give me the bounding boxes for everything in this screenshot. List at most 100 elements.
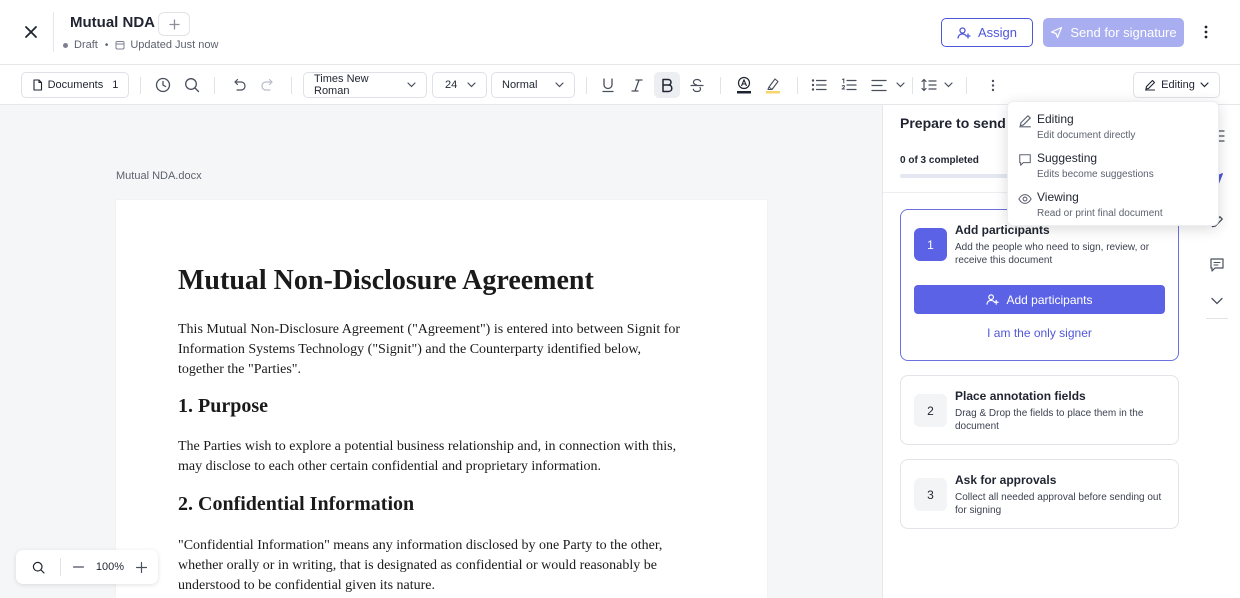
toolbar-divider — [214, 77, 215, 94]
section-heading-purpose[interactable]: 1. Purpose — [178, 395, 268, 418]
redo-icon — [261, 78, 273, 91]
status-badge: Draft — [74, 39, 98, 51]
pencil-icon — [1019, 115, 1031, 128]
only-signer-link[interactable]: I am the only signer — [914, 326, 1165, 340]
mode-label: Editing — [1161, 79, 1195, 91]
chevron-down-icon — [1200, 82, 1209, 88]
toolbar-divider — [966, 77, 967, 94]
line-spacing-icon — [921, 78, 937, 92]
font-family-select[interactable]: Times New Roman — [303, 72, 427, 98]
redo-button[interactable] — [257, 72, 279, 98]
zoom-in-button[interactable] — [125, 561, 157, 573]
rail-comments-button[interactable] — [1206, 254, 1228, 276]
mode-option-description: Read or print final document — [1037, 208, 1163, 219]
progress-text: 0 of 3 completed — [900, 155, 979, 166]
document-title[interactable]: Mutual NDA — [70, 14, 155, 31]
panel-title: Prepare to send — [900, 115, 1006, 131]
updated-timestamp: Updated Just now — [130, 39, 219, 51]
step-add-participants: 1 Add participants Add the people who ne… — [900, 209, 1179, 361]
numbered-list-icon — [841, 77, 857, 90]
strikethrough-button[interactable] — [686, 72, 708, 98]
zoom-out-button[interactable] — [61, 566, 95, 568]
add-participants-label: Add participants — [1006, 292, 1093, 307]
search-icon — [185, 78, 200, 93]
documents-label: Documents — [47, 79, 104, 91]
toolbar-divider — [140, 77, 141, 94]
mode-option-suggesting[interactable]: Suggesting Edits become suggestions — [1018, 151, 1213, 183]
more-options-button[interactable] — [1198, 22, 1214, 42]
italic-button[interactable] — [626, 72, 648, 98]
step-title: Ask for approvals — [955, 473, 1057, 487]
zoom-level: 100% — [95, 561, 125, 573]
find-button[interactable] — [181, 72, 203, 98]
zoom-search-button[interactable] — [16, 561, 60, 574]
comment-icon — [1210, 258, 1224, 272]
send-icon — [1051, 26, 1063, 39]
document-page[interactable]: Mutual Non-Disclosure Agreement This Mut… — [116, 200, 767, 598]
clock-icon — [155, 77, 171, 93]
search-icon — [32, 561, 45, 574]
document-canvas[interactable]: Mutual NDA.docx Mutual Non-Disclosure Ag… — [0, 105, 882, 598]
strikethrough-icon — [690, 78, 704, 92]
document-heading[interactable]: Mutual Non-Disclosure Agreement — [178, 265, 594, 297]
bold-button[interactable] — [654, 72, 680, 98]
close-icon — [25, 26, 37, 38]
step-place-fields[interactable]: 2 Place annotation fields Drag & Drop th… — [900, 375, 1179, 445]
step-description: Add the people who need to sign, review,… — [955, 242, 1150, 266]
minus-icon — [72, 566, 84, 568]
highlighter-icon — [766, 78, 780, 94]
mode-option-label: Editing — [1037, 112, 1074, 126]
mode-option-viewing[interactable]: Viewing Read or print final document — [1018, 190, 1213, 222]
more-formatting-button[interactable] — [984, 72, 1002, 98]
send-label: Send for signature — [1070, 25, 1177, 40]
intro-paragraph[interactable]: This Mutual Non-Disclosure Agreement ("A… — [178, 320, 688, 380]
close-button[interactable] — [20, 21, 42, 43]
undo-icon — [234, 78, 246, 91]
text-style-select[interactable]: Normal — [491, 72, 575, 98]
step-number: 3 — [914, 478, 947, 511]
text-color-icon — [737, 76, 751, 94]
section-heading-confidential[interactable]: 2. Confidential Information — [178, 493, 414, 516]
send-for-signature-button[interactable]: Send for signature — [1043, 18, 1184, 47]
file-name-label: Mutual NDA.docx — [116, 170, 202, 182]
documents-button[interactable]: Documents 1 — [21, 72, 129, 98]
add-document-button[interactable] — [158, 12, 190, 36]
zoom-control: 100% — [16, 550, 158, 584]
step-title: Place annotation fields — [955, 389, 1086, 403]
confidential-paragraph[interactable]: "Confidential Information" means any inf… — [178, 536, 688, 596]
step-description: Collect all needed approval before sendi… — [955, 492, 1162, 516]
underline-button[interactable] — [597, 72, 619, 98]
document-icon — [33, 79, 42, 91]
highlight-button[interactable] — [762, 72, 784, 98]
rail-collapse-button[interactable] — [1206, 290, 1228, 312]
text-style-value: Normal — [502, 79, 538, 91]
toolbar-divider — [797, 77, 798, 94]
align-select[interactable] — [868, 72, 908, 98]
purpose-paragraph[interactable]: The Parties wish to explore a potential … — [178, 437, 688, 477]
formatting-toolbar: Documents 1 Times New Roman 24 Normal Ed… — [0, 65, 1240, 105]
chevron-down-icon — [407, 82, 416, 88]
more-vertical-icon — [991, 79, 995, 91]
bulleted-list-button[interactable] — [808, 72, 830, 98]
chevron-down-icon — [467, 82, 476, 88]
mode-select-button[interactable]: Editing — [1133, 72, 1220, 98]
mode-option-editing[interactable]: Editing Edit document directly — [1018, 112, 1213, 144]
status-dot — [63, 42, 68, 48]
plus-icon — [135, 561, 147, 573]
font-size-value: 24 — [445, 79, 458, 91]
font-size-select[interactable]: 24 — [432, 72, 487, 98]
documents-count: 1 — [112, 79, 119, 91]
add-participants-button[interactable]: Add participants — [914, 285, 1165, 314]
step-ask-approvals[interactable]: 3 Ask for approvals Collect all needed a… — [900, 459, 1179, 529]
numbered-list-button[interactable] — [838, 72, 860, 98]
app-header: Mutual NDA Draft • Updated Just now Assi… — [0, 0, 1240, 65]
toolbar-divider — [291, 77, 292, 94]
text-color-button[interactable] — [733, 72, 755, 98]
assign-button[interactable]: Assign — [941, 18, 1033, 47]
history-button[interactable] — [152, 72, 174, 98]
pencil-icon — [1145, 79, 1156, 91]
undo-button[interactable] — [228, 72, 250, 98]
add-user-icon — [986, 294, 1000, 305]
line-spacing-select[interactable] — [918, 72, 956, 98]
meta-separator: • — [104, 39, 109, 51]
